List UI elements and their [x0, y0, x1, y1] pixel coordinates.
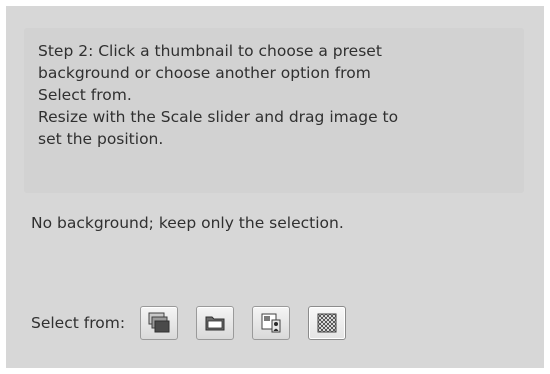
status-text: No background; keep only the selection. — [31, 214, 344, 232]
preset-backgrounds-button[interactable] — [140, 306, 179, 340]
select-from-label: Select from: — [31, 314, 126, 332]
no-background-button[interactable] — [308, 306, 347, 340]
stacked-layers-icon — [147, 311, 171, 335]
instructions-text: Step 2: Click a thumbnail to choose a pr… — [38, 42, 399, 148]
transparency-checker-icon — [315, 311, 339, 335]
image-person-button[interactable] — [252, 306, 291, 340]
image-person-icon — [259, 311, 283, 335]
browse-folder-button[interactable] — [196, 306, 235, 340]
instructions-box: Step 2: Click a thumbnail to choose a pr… — [24, 28, 524, 193]
folder-icon — [203, 311, 227, 335]
background-options-panel: Step 2: Click a thumbnail to choose a pr… — [6, 6, 544, 368]
select-from-row: Select from: — [31, 304, 364, 342]
